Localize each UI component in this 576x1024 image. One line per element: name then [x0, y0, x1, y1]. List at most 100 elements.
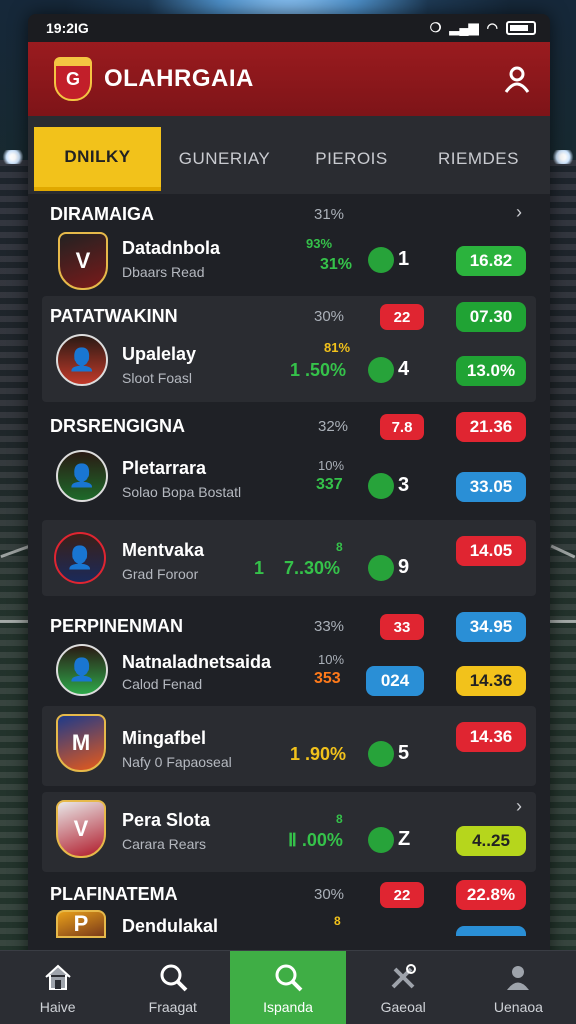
team-crest: P — [56, 910, 106, 938]
team-name[interactable]: Dendulakal — [122, 916, 218, 937]
tab-bar: DNILKY GUNERIAY PIEROIS RIEMDES — [28, 116, 550, 194]
nav-item-explore[interactable]: Ispanda — [230, 951, 346, 1024]
nav-label: Gaeoal — [380, 998, 426, 1015]
tab-riemdes[interactable]: RIEMDES — [415, 127, 542, 191]
stadium-stand-right — [546, 160, 576, 960]
count-pill[interactable]: 7.8 — [380, 414, 424, 440]
player-name[interactable]: Upalelay — [122, 344, 196, 365]
club-crest-logo: G — [54, 57, 92, 101]
value-pill[interactable]: 14.36 — [456, 666, 526, 696]
rank-pill[interactable]: 024 — [366, 666, 424, 696]
stat-top: 10% — [318, 458, 345, 473]
stat-top: 93% — [306, 236, 333, 251]
bottom-navigation: Haive Fraagat Ispanda Gaeoal Uenaoa — [0, 950, 576, 1024]
value-pill[interactable]: 14.05 — [456, 536, 526, 566]
tools-icon — [391, 963, 417, 988]
player-avatar: 👤 — [56, 644, 108, 696]
team-subtitle: Dbaars Read — [122, 264, 205, 280]
team-name[interactable]: Pera Slota — [122, 810, 210, 831]
section-percent: 30% — [314, 308, 345, 325]
section-title: PLAFINATEMA — [50, 884, 178, 904]
chevron-right-icon[interactable]: › — [516, 202, 522, 223]
battery-icon — [506, 21, 536, 35]
home-icon — [44, 964, 71, 990]
status-bar: 19:2IG ❍ ▂▄▆ ◠ — [28, 14, 550, 42]
section-percent: 32% — [318, 418, 349, 435]
value-pill[interactable] — [456, 926, 526, 936]
count-pill[interactable]: 33 — [380, 614, 424, 640]
tab-guneriay[interactable]: GUNERIAY — [161, 127, 288, 191]
value-pill[interactable]: 13.0% — [456, 356, 526, 386]
value-pill[interactable]: 34.95 — [456, 612, 526, 642]
app-window: 19:2IG ❍ ▂▄▆ ◠ G OLAHRGAIA DNILKY GUNERI… — [28, 14, 550, 1024]
app-header: G OLAHRGAIA — [28, 42, 550, 116]
user-profile-icon[interactable] — [502, 64, 532, 94]
tab-dnilky[interactable]: DNILKY — [34, 127, 161, 191]
team-crest: V — [56, 800, 106, 858]
status-dot — [368, 741, 394, 767]
status-dot — [368, 247, 394, 273]
stadium-stand-left — [0, 160, 30, 960]
stat-top: 81% — [324, 340, 351, 355]
team-name[interactable]: Datadnbola — [122, 238, 220, 259]
chevron-right-icon[interactable]: › — [516, 796, 522, 817]
team-name[interactable]: Mingafbel — [122, 728, 206, 749]
nav-item-profile[interactable]: Uenaoa — [461, 951, 576, 1024]
value-pill[interactable]: 07.30 — [456, 302, 526, 332]
stat-top: 8 — [336, 812, 343, 826]
section-percent: 33% — [314, 618, 345, 635]
nav-label: Fraagat — [148, 998, 197, 1015]
nav-item-search[interactable]: Fraagat — [115, 951, 230, 1024]
wifi-icon: ◠ — [486, 20, 498, 35]
status-time: 19:2IG — [46, 20, 89, 36]
profile-icon — [507, 965, 530, 990]
player-avatar: 👤 — [54, 532, 106, 584]
stat-value: 353 — [314, 670, 341, 687]
section-percent: 31% — [314, 206, 345, 223]
stat-value: 1 .50% — [290, 360, 347, 380]
rank-number: 9 — [398, 556, 410, 578]
value-pill[interactable]: 22.8% — [456, 880, 526, 910]
stat-value: 31% — [320, 256, 353, 273]
player-name[interactable]: Mentvaka — [122, 540, 204, 561]
section-percent: 30% — [314, 886, 345, 903]
section-title: DRSRENGIGNA — [50, 416, 186, 436]
nav-item-tools[interactable]: Gaeoal — [346, 951, 461, 1024]
stat-value: 1 .90% — [290, 744, 347, 764]
stat-top: 10% — [318, 652, 345, 667]
stat-value: 1 7..30% — [254, 558, 341, 578]
section-title: PERPINENMAN — [50, 616, 184, 636]
rank-number: 5 — [398, 742, 410, 764]
player-subtitle: Sloot Foasl — [122, 370, 193, 386]
value-pill[interactable]: 21.36 — [456, 412, 526, 442]
player-name[interactable]: Natnaladnetsaida — [122, 652, 271, 673]
nav-item-home[interactable]: Haive — [0, 951, 115, 1024]
value-pill[interactable]: 14.36 — [456, 722, 526, 752]
search-icon — [275, 964, 303, 991]
app-title: OLAHRGAIA — [104, 65, 254, 92]
player-name[interactable]: Pletarrara — [122, 458, 206, 479]
player-subtitle: Calod Fenad — [122, 676, 203, 692]
count-pill[interactable]: 22 — [380, 304, 424, 330]
value-pill[interactable]: 4..25 — [456, 826, 526, 856]
nav-label: Ispanda — [263, 998, 313, 1015]
tab-pierois[interactable]: PIEROIS — [288, 127, 415, 191]
team-subtitle: Nafy 0 Fapaoseal — [122, 754, 232, 770]
status-dot — [368, 473, 394, 499]
value-pill[interactable]: 33.05 — [456, 472, 526, 502]
status-dot — [368, 555, 394, 581]
stat-top: 8 — [334, 914, 341, 928]
team-crest: M — [56, 714, 106, 772]
rank-number: 4 — [398, 358, 410, 380]
nav-label: Haive — [39, 998, 76, 1015]
floodlight-icon — [552, 150, 574, 164]
player-avatar: 👤 — [56, 334, 108, 386]
value-pill[interactable]: 16.82 — [456, 246, 526, 276]
pitch-line — [0, 620, 28, 623]
rank-number: 1 — [398, 248, 410, 270]
status-dot — [368, 827, 394, 853]
count-pill[interactable]: 22 — [380, 882, 424, 908]
floodlight-icon — [2, 150, 24, 164]
player-subtitle: Grad Foroor — [122, 566, 199, 582]
rank-number: 3 — [398, 474, 410, 496]
